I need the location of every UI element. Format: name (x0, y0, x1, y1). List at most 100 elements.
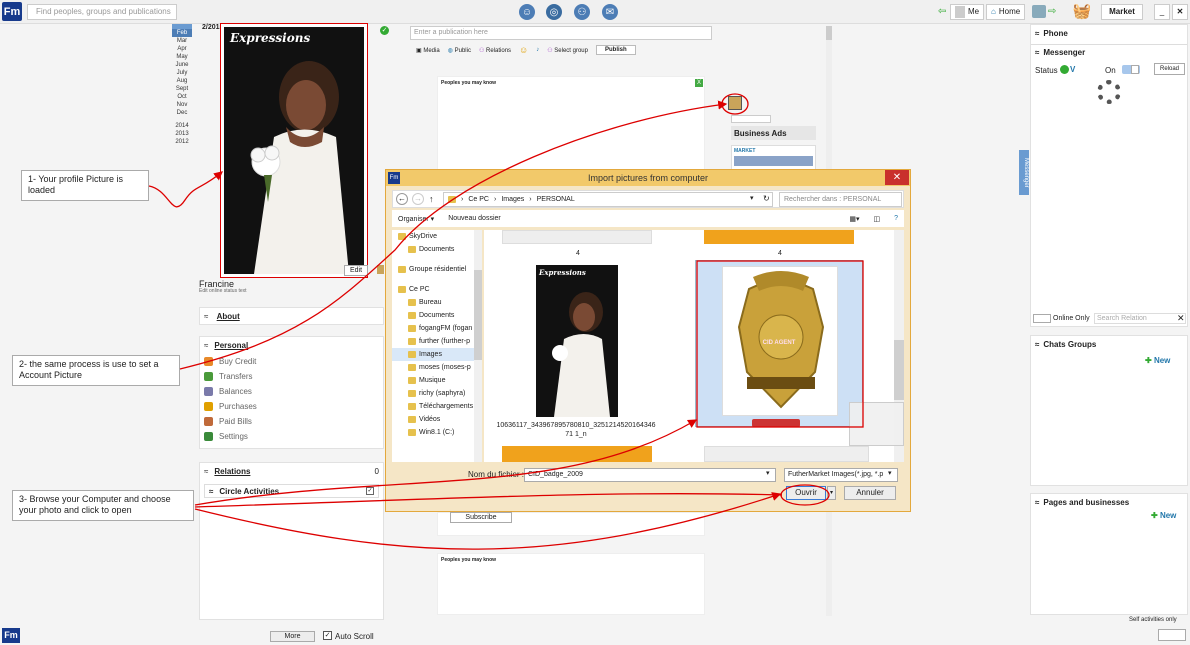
online-only-toggle[interactable] (1033, 314, 1051, 323)
month-apr[interactable]: Apr (172, 45, 192, 53)
organize-button[interactable]: Organiser ▾ (398, 215, 434, 223)
publication-input[interactable]: Enter a publication here (410, 26, 712, 40)
up-icon[interactable]: ↑ (429, 194, 434, 204)
month-nov[interactable]: Nov (172, 101, 192, 109)
year-2014[interactable]: 2014 (172, 122, 192, 130)
dialog-close-button[interactable]: ✕ (885, 170, 909, 185)
back-arrow-icon[interactable]: ⇦ (938, 6, 946, 17)
file-thumb-photo[interactable]: Expressions (536, 265, 618, 417)
folder-search-input[interactable]: Rechercher dans : PERSONAL (779, 192, 902, 207)
profile-photo[interactable]: Expressions (224, 27, 364, 274)
path-personal[interactable]: PERSONAL (537, 193, 575, 206)
me-button[interactable]: Me (950, 4, 985, 20)
month-oct[interactable]: Oct (172, 93, 192, 101)
menu-transfers[interactable]: Transfers (204, 369, 379, 384)
about-heading[interactable]: About (217, 312, 240, 321)
people-icon[interactable]: ☺ (519, 4, 535, 20)
menu-balances[interactable]: Balances (204, 384, 379, 399)
nav-item[interactable]: Win8.1 (C:) (392, 426, 481, 439)
back-icon[interactable]: ← (396, 193, 408, 205)
file-thumb-bottom-left[interactable] (502, 446, 652, 462)
pages-header[interactable]: ≈ Pages and businesses (1035, 498, 1129, 507)
filetype-select[interactable]: FutherMarket Images(*.jpg, *.p (784, 468, 898, 482)
home-button[interactable]: ⌂ Home (986, 4, 1026, 20)
view-icon[interactable]: ▦▾ (849, 215, 859, 223)
year-2013[interactable]: 2013 (172, 130, 192, 138)
messenger-header[interactable]: ≈ Messenger (1035, 48, 1085, 57)
file-thumb-top-right[interactable] (704, 230, 854, 244)
about-panel[interactable]: ≈ About (199, 307, 384, 325)
nav-item[interactable]: Documents (392, 309, 481, 322)
month-dec[interactable]: Dec (172, 109, 192, 117)
search-relation-input[interactable]: Search Relation (1094, 313, 1186, 324)
friends-icon[interactable]: ⚇ (574, 4, 590, 20)
refresh-icon[interactable]: ↻ (763, 194, 770, 203)
nav-item[interactable]: Bureau (392, 296, 481, 309)
app-logo[interactable]: Fm (2, 2, 22, 21)
more-button[interactable]: More (270, 631, 315, 642)
market-ad[interactable]: MARKET (731, 145, 816, 170)
global-search-input[interactable]: Find peoples, groups and publications (27, 4, 177, 20)
open-button[interactable]: Ouvrir (786, 486, 826, 500)
nav-item[interactable]: Groupe résidentiel (392, 263, 481, 276)
nav-scroll-thumb[interactable] (474, 270, 482, 360)
edit-profile-picture-button[interactable]: Edit (344, 265, 368, 276)
market-button[interactable]: Market (1101, 4, 1143, 20)
public-button[interactable]: ◍ Public (448, 47, 471, 54)
preview-pane-icon[interactable]: ◫ (873, 215, 880, 223)
relations-heading[interactable]: Relations (214, 467, 250, 476)
online-status-text[interactable]: Edit online status text (199, 288, 247, 294)
menu-paid-bills[interactable]: Paid Bills (204, 414, 379, 429)
upload-icon[interactable] (377, 265, 384, 274)
online-toggle[interactable] (1122, 65, 1140, 74)
nav-item[interactable]: Documents (392, 243, 481, 256)
scroll-thumb[interactable] (826, 26, 832, 40)
year-2012[interactable]: 2012 (172, 138, 192, 146)
new-page-button[interactable]: ✚ New (1151, 511, 1176, 520)
microphone-icon[interactable]: ♪ (536, 47, 539, 53)
relations-button[interactable]: ⚇ Relations (479, 47, 511, 54)
nav-item[interactable]: Téléchargements (392, 400, 481, 413)
nav-item[interactable]: richy (saphyra) (392, 387, 481, 400)
filename-input[interactable]: CID_badge_2009 (524, 468, 776, 482)
sync-icon[interactable] (1032, 5, 1046, 18)
nav-item[interactable]: moses (moses-p (392, 361, 481, 374)
autoscroll-checkbox[interactable]: ✓ (323, 631, 332, 640)
messenger-side-tab[interactable]: Messenger (1019, 150, 1029, 195)
close-card-button[interactable]: X (695, 79, 703, 87)
media-button[interactable]: ▣ Media (416, 47, 440, 54)
menu-buy-credit[interactable]: Buy Credit (204, 354, 379, 369)
new-chat-group-button[interactable]: ✚ New (1145, 356, 1170, 365)
status-v-icon[interactable]: V (1070, 65, 1075, 74)
file-thumb-top-left[interactable] (502, 230, 652, 244)
month-may[interactable]: May (172, 53, 192, 61)
new-folder-button[interactable]: Nouveau dossier (448, 215, 501, 222)
personal-heading[interactable]: Personal (214, 341, 248, 350)
cancel-button[interactable]: Annuler (844, 486, 896, 500)
forward-arrow-icon[interactable]: ⇨ (1048, 6, 1056, 17)
nav-item[interactable]: Ce PC (392, 283, 481, 296)
phone-header[interactable]: ≈ Phone (1035, 29, 1068, 38)
open-dropdown-icon[interactable]: ▾ (827, 486, 836, 500)
circle-activities-checkbox[interactable]: ✓ (366, 487, 374, 495)
minimize-button[interactable]: _ (1154, 4, 1170, 20)
status-check-icon[interactable] (1060, 65, 1069, 74)
file-scroll-thumb[interactable] (894, 340, 904, 400)
month-aug[interactable]: Aug (172, 77, 192, 85)
publish-button[interactable]: Publish (596, 45, 636, 55)
month-mar[interactable]: Mar (172, 37, 192, 45)
file-name-badge-highlight[interactable] (752, 419, 800, 427)
month-sept[interactable]: Sept (172, 85, 192, 93)
self-activities-toggle[interactable] (1158, 629, 1186, 641)
chat-icon[interactable]: ✉ (602, 4, 618, 20)
subscribe-button[interactable]: Subscribe (450, 512, 512, 523)
path-images[interactable]: Images (501, 193, 524, 206)
upload-picture-icon[interactable] (728, 96, 742, 110)
close-window-button[interactable]: ✕ (1172, 4, 1188, 20)
nav-item[interactable]: Musique (392, 374, 481, 387)
path-dropdown-icon[interactable]: ▾ (750, 194, 754, 202)
nav-item[interactable]: Images (392, 348, 481, 361)
month-july[interactable]: July (172, 69, 192, 77)
filetype-dropdown-icon[interactable]: ▾ (888, 469, 892, 477)
nav-item[interactable]: fogangFM (fogan (392, 322, 481, 335)
